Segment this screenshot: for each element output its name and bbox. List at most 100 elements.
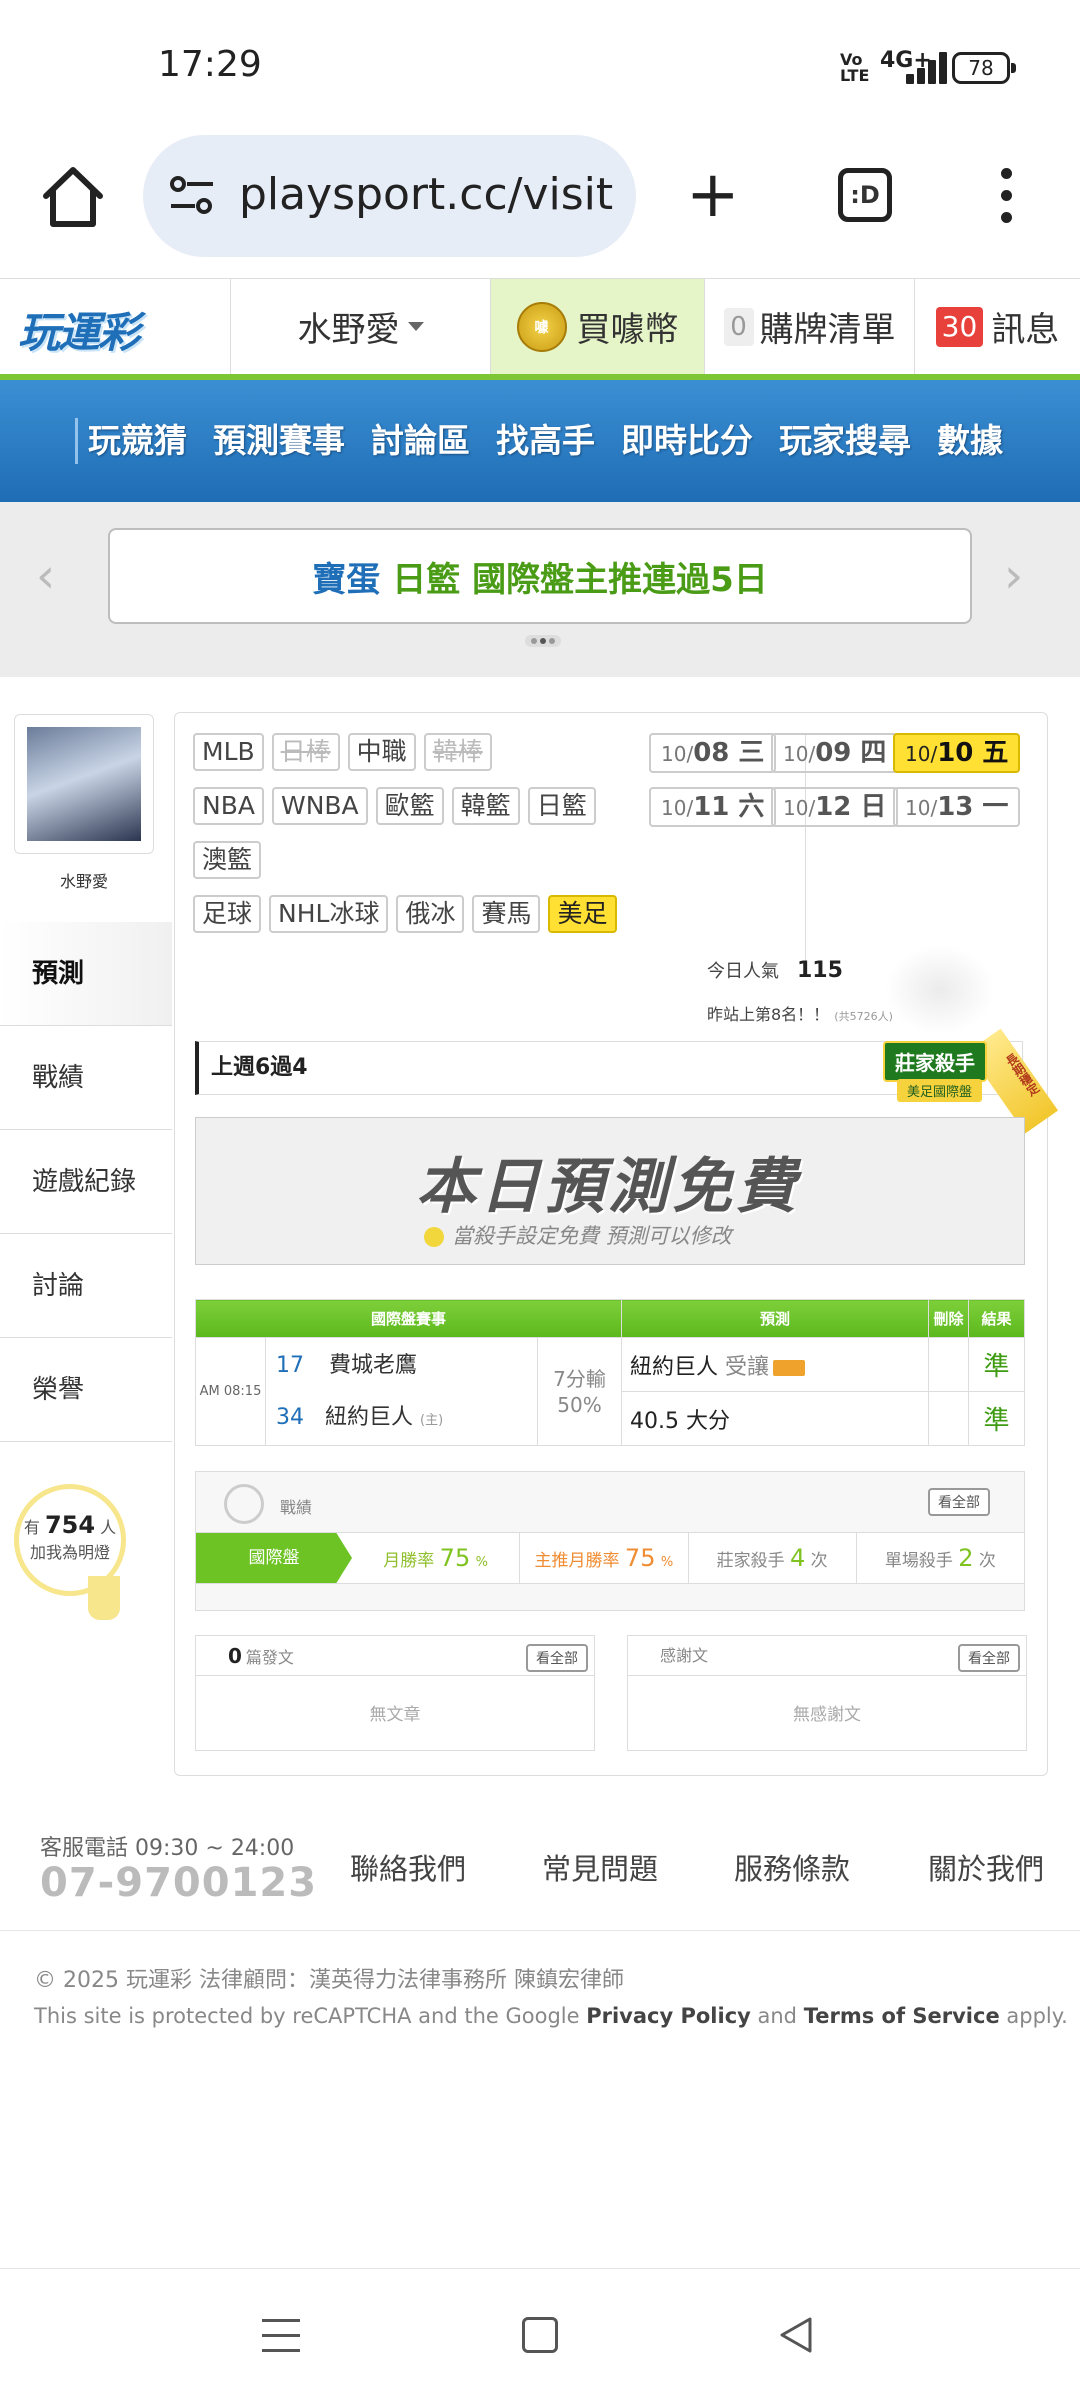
sidebar-item-record[interactable]: 戰績 — [0, 1026, 172, 1130]
killer-badge-title: 莊家殺手 — [883, 1041, 987, 1082]
messages-button[interactable]: 30 訊息 — [914, 279, 1080, 374]
target-icon — [224, 1484, 264, 1524]
footer-link-terms[interactable]: 服務條款 — [734, 1846, 850, 1888]
date-tab-selected[interactable]: 10/10 五 — [893, 733, 1021, 773]
date-tab[interactable]: 10/08 三 — [649, 733, 777, 773]
see-all-thanks-button[interactable]: 看全部 — [958, 1644, 1020, 1672]
pick-2: 40.5 大分 — [621, 1391, 929, 1446]
chevron-left-icon[interactable]: ‹ — [36, 552, 66, 600]
league-tag[interactable]: 俄冰 — [396, 895, 465, 933]
address-bar[interactable]: playsport.cc/visit — [143, 135, 636, 257]
free-subtitle: 當殺手設定免費 預測可以修改 — [424, 1220, 732, 1250]
posts-box: 0 篇發文 看全部 無文章 — [195, 1635, 595, 1751]
tab-switcher-button[interactable]: :D — [838, 168, 892, 222]
main-month-win-rate: 主推月勝率 75 % — [520, 1533, 689, 1583]
nav-item-player-search[interactable]: 玩家搜尋 — [779, 414, 911, 462]
overflow-menu-icon[interactable] — [998, 168, 1014, 224]
nav-item-predict[interactable]: 預測賽事 — [213, 414, 345, 462]
main-nav: 玩競猜 預測賽事 討論區 找高手 即時比分 玩家搜尋 數據 — [0, 380, 1080, 502]
nav-item-experts[interactable]: 找高手 — [496, 414, 595, 462]
nav-divider — [75, 418, 78, 464]
see-all-button[interactable]: 看全部 — [928, 1488, 990, 1516]
sidebar-item-predict[interactable]: 預測 — [0, 922, 172, 1026]
terms-link[interactable]: Terms of Service — [804, 2004, 1000, 2028]
month-win-rate: 月勝率 75 % — [352, 1533, 521, 1583]
line-cell: 7分輸 50% — [537, 1337, 622, 1446]
site-settings-icon[interactable] — [169, 175, 215, 215]
game-time: AM 08:15 — [195, 1337, 266, 1446]
site-logo[interactable]: 玩運彩 — [18, 299, 140, 360]
sidebar-item-discussion[interactable]: 討論 — [0, 1234, 172, 1338]
date-tab[interactable]: 10/11 六 — [649, 787, 777, 827]
buy-coin-button[interactable]: 噱買噱幣 — [490, 279, 704, 374]
killer-badge-sub: 美足國際盤 — [897, 1079, 983, 1102]
username: 水野愛 — [297, 310, 400, 350]
league-tag[interactable]: 足球 — [193, 895, 262, 933]
nav-item-forum[interactable]: 討論區 — [371, 414, 470, 462]
empty-thanks: 無感謝文 — [793, 1705, 861, 1725]
back-icon[interactable] — [776, 2315, 816, 2355]
cart-button[interactable]: 0 購牌清單 — [704, 279, 914, 374]
recents-icon[interactable] — [262, 2319, 300, 2353]
col-header-result: 結果 — [968, 1299, 1025, 1338]
prediction-table: 國際盤賽事 預測 刪除 結果 AM 08:15 17 費城老鷹 34 紐約巨人 … — [195, 1299, 1025, 1446]
user-dropdown[interactable]: 水野愛 — [230, 279, 490, 374]
banner-text: 日籃 國際盤主推連過5日 — [392, 559, 768, 600]
fans-count: 754 — [44, 1511, 96, 1539]
banner-prefix: 寶蛋 — [312, 559, 381, 600]
browser-toolbar: playsport.cc/visit + :D — [0, 130, 1080, 275]
league-tag: 韓棒 — [423, 733, 492, 771]
league-tag-selected[interactable]: 美足 — [548, 895, 617, 933]
rank-text: 昨站上第8名！！ (共5726人) — [707, 1005, 893, 1024]
service-phone[interactable]: 07-9700123 — [40, 1860, 317, 1906]
league-tag[interactable]: 日籃 — [527, 787, 596, 825]
new-tab-icon[interactable]: + — [686, 163, 740, 227]
record-strip: 國際盤 月勝率 75 % 主推月勝率 75 % 莊家殺手 4 次 單場殺手 2 … — [196, 1532, 1024, 1584]
sidebar-item-honor[interactable]: 榮譽 — [0, 1338, 172, 1442]
result-2: 準 — [968, 1391, 1025, 1446]
record-tab[interactable]: 國際盤 — [196, 1533, 352, 1583]
thanks-box: 感謝文 看全部 無感謝文 — [627, 1635, 1027, 1751]
record-label: 戰績 — [280, 1498, 313, 1517]
date-tab[interactable]: 10/12 日 — [771, 787, 899, 827]
col-header-delete: 刪除 — [928, 1299, 969, 1338]
chevron-right-icon[interactable]: › — [1004, 552, 1034, 600]
copyright: © 2025 玩運彩 法律顧問：漢英得力法律事務所 陳鎮宏律師 — [34, 1968, 624, 1993]
date-tab[interactable]: 10/09 四 — [771, 733, 899, 773]
url-text[interactable]: playsport.cc/visit — [239, 169, 613, 220]
league-tag[interactable]: MLB — [193, 733, 264, 771]
footer-link-contact[interactable]: 聯絡我們 — [350, 1846, 466, 1888]
teams-cell: 17 費城老鷹 34 紐約巨人 (主) — [265, 1337, 538, 1446]
cart-label: 購牌清單 — [759, 310, 896, 350]
record-box: 戰績 看全部 國際盤 月勝率 75 % 主推月勝率 75 % 莊家殺手 4 次 … — [195, 1471, 1025, 1611]
league-tag[interactable]: NBA — [193, 787, 264, 825]
away-number: 17 — [276, 1352, 304, 1378]
footer-link-about[interactable]: 關於我們 — [928, 1846, 1044, 1888]
privacy-link[interactable]: Privacy Policy — [586, 2004, 751, 2028]
promo-banner[interactable]: 寶蛋 日籃 國際盤主推連過5日 — [108, 528, 972, 624]
battery-icon: 78 — [952, 52, 1016, 84]
nav-item-guess[interactable]: 玩競猜 — [88, 414, 187, 462]
home-icon[interactable] — [38, 162, 108, 232]
footer-link-faq[interactable]: 常見問題 — [542, 1846, 658, 1888]
free-title: 本日預測免費 — [416, 1152, 800, 1222]
sidebar-item-game-log[interactable]: 遊戲紀錄 — [0, 1130, 172, 1234]
league-tag[interactable]: 中職 — [347, 733, 416, 771]
league-tag[interactable]: NHL冰球 — [269, 895, 389, 933]
home-nav-icon[interactable] — [522, 2317, 558, 2353]
avatar[interactable] — [14, 714, 154, 854]
date-tab[interactable]: 10/13 一 — [893, 787, 1021, 827]
site-header: 玩運彩 水野愛 噱買噱幣 0 購牌清單 30 訊息 — [0, 278, 1080, 375]
recaptcha-notice: This site is protected by reCAPTCHA and … — [34, 2004, 1068, 2028]
coin-icon: 噱 — [516, 301, 567, 352]
league-tag[interactable]: 賽馬 — [472, 895, 541, 933]
league-tag[interactable]: 韓籃 — [451, 787, 520, 825]
nav-item-livescore[interactable]: 即時比分 — [621, 414, 753, 462]
messages-label: 訊息 — [991, 310, 1060, 350]
league-tag[interactable]: 澳籃 — [193, 841, 262, 879]
nav-item-data[interactable]: 數據 — [937, 414, 1003, 462]
league-tag[interactable]: 歐籃 — [375, 787, 444, 825]
see-all-posts-button[interactable]: 看全部 — [526, 1644, 588, 1672]
league-tag[interactable]: WNBA — [271, 787, 368, 825]
fans-prefix: 有 — [23, 1518, 40, 1537]
